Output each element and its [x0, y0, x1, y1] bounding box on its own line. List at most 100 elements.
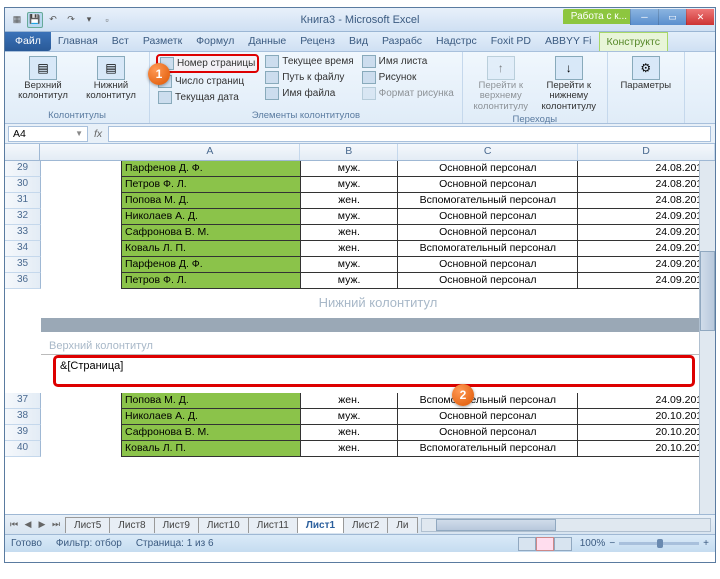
cell[interactable]: Основной персонал: [398, 409, 578, 425]
col-header-B[interactable]: B: [300, 144, 398, 160]
cell[interactable]: 24.09.2016: [578, 257, 715, 273]
col-header-D[interactable]: D: [578, 144, 715, 160]
cell[interactable]: Сафронова В. М.: [121, 425, 301, 441]
close-button[interactable]: ✕: [686, 9, 714, 25]
cell[interactable]: жен.: [301, 225, 399, 241]
row-header[interactable]: 33: [5, 225, 41, 241]
tab-design[interactable]: Конструктс: [599, 32, 668, 51]
save-button[interactable]: 💾: [27, 12, 43, 28]
current-date-button[interactable]: Текущая дата: [156, 90, 259, 105]
vscroll-thumb[interactable]: [700, 251, 715, 331]
col-header-C[interactable]: C: [398, 144, 578, 160]
cell[interactable]: жен.: [301, 425, 399, 441]
cell[interactable]: Петров Ф. Л.: [121, 273, 301, 289]
row-header[interactable]: 37: [5, 393, 41, 409]
zoom-thumb[interactable]: [657, 539, 663, 548]
cell[interactable]: муж.: [301, 273, 399, 289]
sheet-tab[interactable]: Лист2: [343, 517, 388, 533]
cell[interactable]: 20.10.2016: [578, 409, 715, 425]
row-header[interactable]: 39: [5, 425, 41, 441]
tab-data[interactable]: Данные: [241, 32, 293, 51]
cell[interactable]: муж.: [301, 209, 399, 225]
select-all-corner[interactable]: [5, 144, 40, 160]
view-buttons[interactable]: [518, 537, 572, 551]
cell[interactable]: Коваль Л. П.: [121, 241, 301, 257]
cell[interactable]: Сафронова В. М.: [121, 225, 301, 241]
cell[interactable]: Основной персонал: [398, 177, 578, 193]
header-field[interactable]: &[Страница]: [53, 355, 695, 387]
tab-layout[interactable]: Разметк: [136, 32, 189, 51]
tab-foxit[interactable]: Foxit PD: [484, 32, 538, 51]
cell[interactable]: 24.08.2016: [578, 161, 715, 177]
minimize-button[interactable]: ─: [630, 9, 658, 25]
maximize-button[interactable]: ▭: [658, 9, 686, 25]
footer-placeholder[interactable]: Нижний колонтитул: [41, 289, 715, 318]
cell[interactable]: Основной персонал: [398, 425, 578, 441]
cell[interactable]: 20.10.2016: [578, 425, 715, 441]
sheet-tab[interactable]: Лист10: [198, 517, 249, 533]
cell[interactable]: жен.: [301, 393, 399, 409]
row-header[interactable]: 29: [5, 161, 41, 177]
sheet-tab[interactable]: Лист8: [109, 517, 154, 533]
cell[interactable]: 24.08.2016: [578, 193, 715, 209]
qat-extra[interactable]: ▫: [99, 12, 115, 28]
cell[interactable]: Вспомогательный персонал: [398, 441, 578, 457]
redo-button[interactable]: ↷: [63, 12, 79, 28]
tab-file[interactable]: Файл: [5, 32, 51, 51]
undo-button[interactable]: ↶: [45, 12, 61, 28]
row-header[interactable]: 32: [5, 209, 41, 225]
cell[interactable]: муж.: [301, 177, 399, 193]
cell[interactable]: Попова М. Д.: [121, 393, 301, 409]
cell[interactable]: Парфенов Д. Ф.: [121, 161, 301, 177]
cell[interactable]: Николаев А. Д.: [121, 209, 301, 225]
goto-header-button[interactable]: ↑ Перейти к верхнему колонтитулу: [469, 54, 533, 114]
tab-abbyy[interactable]: ABBYY Fi: [538, 32, 599, 51]
picture-format-button[interactable]: Формат рисунка: [360, 86, 456, 101]
cell[interactable]: Коваль Л. П.: [121, 441, 301, 457]
sheet-tab[interactable]: Лист1: [297, 517, 344, 533]
cell[interactable]: жен.: [301, 193, 399, 209]
cell[interactable]: Николаев А. Д.: [121, 409, 301, 425]
cell[interactable]: 24.09.2016: [578, 393, 715, 409]
tab-insert[interactable]: Вст: [105, 32, 136, 51]
cell[interactable]: 24.09.2016: [578, 209, 715, 225]
cell[interactable]: Основной персонал: [398, 257, 578, 273]
page-count-button[interactable]: Число страниц: [156, 74, 259, 89]
cell[interactable]: Парфенов Д. Ф.: [121, 257, 301, 273]
sheet-tab[interactable]: Лист5: [65, 517, 110, 533]
horizontal-scrollbar[interactable]: [421, 518, 712, 532]
row-header[interactable]: 35: [5, 257, 41, 273]
row-header[interactable]: 31: [5, 193, 41, 209]
cell[interactable]: жен.: [301, 241, 399, 257]
cell[interactable]: Вспомогательный персонал: [398, 241, 578, 257]
header-button[interactable]: ▤ Верхний колонтитул: [11, 54, 75, 104]
file-path-button[interactable]: Путь к файлу: [263, 70, 355, 85]
cell[interactable]: Вспомогательный персонал: [398, 393, 578, 409]
cell[interactable]: 20.10.2016: [578, 441, 715, 457]
tab-dev[interactable]: Разрабс: [375, 32, 429, 51]
zoom-in-button[interactable]: +: [703, 538, 709, 549]
cell[interactable]: Петров Ф. Л.: [121, 177, 301, 193]
tab-home[interactable]: Главная: [51, 32, 105, 51]
row-header[interactable]: 30: [5, 177, 41, 193]
fx-icon[interactable]: fx: [88, 128, 108, 140]
hscroll-thumb[interactable]: [436, 519, 556, 531]
formula-bar[interactable]: [108, 126, 711, 142]
qat-more[interactable]: ▾: [81, 12, 97, 28]
cell[interactable]: Основной персонал: [398, 273, 578, 289]
picture-button[interactable]: Рисунок: [360, 70, 456, 85]
cell[interactable]: Основной персонал: [398, 161, 578, 177]
vertical-scrollbar[interactable]: [699, 161, 715, 514]
page-number-button[interactable]: Номер страницы: [156, 54, 259, 73]
cell[interactable]: Основной персонал: [398, 209, 578, 225]
cell[interactable]: 24.08.2016: [578, 177, 715, 193]
cell[interactable]: 24.09.2016: [578, 225, 715, 241]
tab-addins[interactable]: Надстрс: [429, 32, 484, 51]
col-header-A[interactable]: A: [120, 144, 300, 160]
tab-view[interactable]: Вид: [342, 32, 375, 51]
cell[interactable]: Попова М. Д.: [121, 193, 301, 209]
sheet-tab[interactable]: Лист11: [248, 517, 298, 533]
cell[interactable]: Вспомогательный персонал: [398, 193, 578, 209]
footer-button[interactable]: ▤ Нижний колонтитул: [79, 54, 143, 104]
sheet-nav-arrows[interactable]: ⏮◀▶⏭: [5, 519, 65, 530]
